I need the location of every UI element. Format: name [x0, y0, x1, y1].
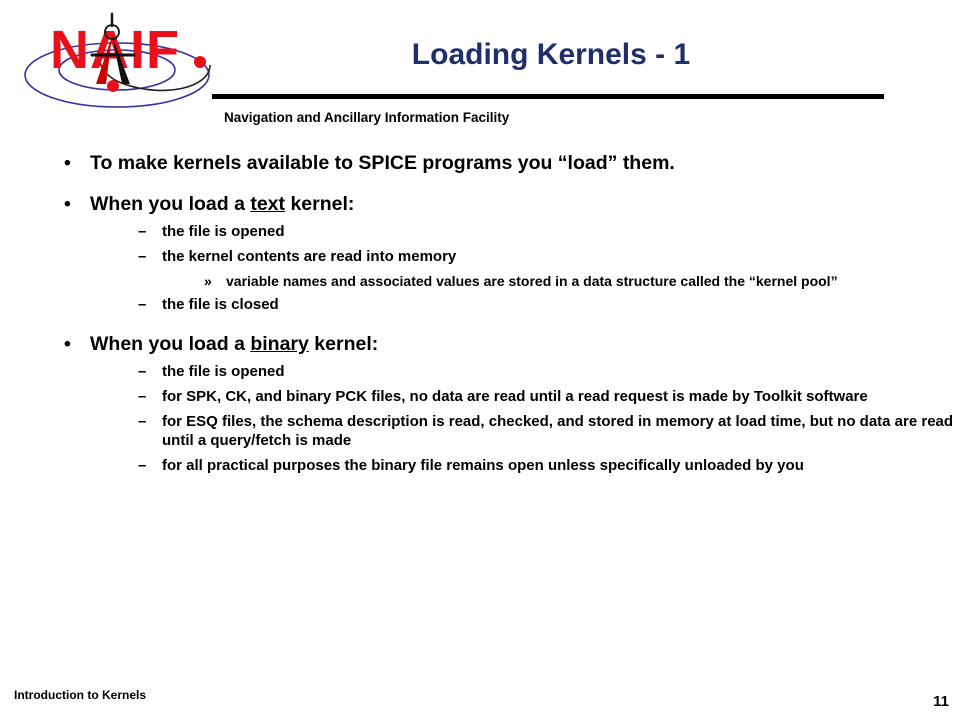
emphasized-term: binary	[250, 332, 309, 355]
bullet-text: for ESQ files, the schema description is…	[162, 413, 961, 450]
bullet-sublist-level-2: – the file is opened – the kernel contents …	[90, 223, 961, 315]
slide-body: • To make kernels available to SPICE prog…	[0, 152, 961, 475]
text-run: kernel:	[308, 332, 379, 355]
organization-subtitle: Navigation and Ancillary Information Fac…	[224, 110, 510, 125]
title-divider	[212, 94, 884, 99]
orbit-dot-lower	[107, 80, 119, 92]
bullet-text: To make kernels available to SPICE progr…	[90, 152, 961, 175]
slide-header: NAIF Loading Kernels - 1 Navigation and …	[0, 0, 961, 140]
bullet-item-level-2: – for ESQ files, the schema description i…	[136, 413, 961, 450]
bullet-item-level-2: – the file is opened	[136, 223, 961, 241]
bullet-item-level-2: – for SPK, CK, and binary PCK files, no d…	[136, 388, 961, 406]
bullet-marker: •	[64, 193, 71, 215]
bullet-marker: –	[138, 296, 147, 314]
bullet-item-level-1: • When you load a binary kernel: – the file…	[58, 333, 961, 475]
bullet-item-level-2: – the kernel contents are read into memor…	[136, 248, 961, 289]
text-run: for all practical purposes the binary fi…	[162, 456, 804, 474]
bullet-item-level-2: – the file is closed	[136, 296, 961, 314]
bullet-marker: •	[64, 332, 71, 355]
bullet-marker: –	[138, 223, 147, 240]
bullet-item-level-2: – the file is opened	[136, 363, 961, 381]
bullet-text: the kernel contents are read into memory	[162, 248, 961, 266]
footer-label: Introduction to Kernels	[14, 688, 146, 702]
text-run: When you load a	[90, 193, 251, 215]
text-run: for SPK, CK, and binary PCK files, no da…	[162, 387, 868, 405]
bullet-marker: –	[138, 456, 147, 474]
text-run: kernel:	[285, 193, 355, 215]
page-title: Loading Kernels - 1	[411, 38, 691, 71]
naif-logo: NAIF	[14, 8, 229, 113]
bullet-sublist-level-3: » variable names and associated values ar…	[162, 273, 961, 290]
bullet-text: variable names and associated values are…	[226, 273, 961, 290]
bullet-text: for all practical purposes the binary fi…	[162, 457, 961, 475]
text-run: To make kernels available to SPICE progr…	[90, 152, 675, 174]
bullet-sublist-level-2: – the file is opened – for SPK, CK, and bin…	[90, 363, 961, 475]
bullet-text: the file is closed	[162, 296, 961, 314]
text-run: for ESQ files, the schema description is…	[162, 413, 954, 449]
bullet-text: the file is opened	[162, 363, 961, 381]
bullet-item-level-1: • When you load a text kernel: – the file i…	[58, 193, 961, 315]
bullet-marker: •	[64, 152, 71, 174]
bullet-item-level-2: – for all practical purposes the binary f…	[136, 457, 961, 475]
bullet-item-level-1: • To make kernels available to SPICE prog…	[58, 152, 961, 175]
text-run: the kernel contents are read into memory	[162, 248, 457, 266]
emphasized-term: text	[250, 193, 286, 215]
text-run: variable names and associated values are…	[226, 272, 838, 289]
bullet-item-level-3: » variable names and associated values ar…	[204, 273, 961, 290]
bullet-list: • To make kernels available to SPICE prog…	[0, 152, 961, 475]
page-number: 11	[933, 693, 949, 710]
bullet-marker: –	[138, 362, 147, 380]
text-run: the file is opened	[162, 223, 285, 240]
text-run: the file is opened	[162, 362, 285, 380]
bullet-text: When you load a binary kernel:	[90, 333, 961, 356]
bullet-text: for SPK, CK, and binary PCK files, no da…	[162, 388, 961, 406]
bullet-marker: –	[138, 413, 147, 431]
text-run: When you load a	[90, 332, 251, 355]
bullet-marker: –	[138, 387, 147, 405]
bullet-text: When you load a text kernel:	[90, 193, 961, 216]
bullet-marker: »	[204, 272, 212, 289]
orbit-dot-right	[194, 56, 206, 68]
bullet-marker: –	[138, 248, 147, 266]
bullet-text: the file is opened	[162, 223, 961, 241]
text-run: the file is closed	[162, 296, 279, 314]
